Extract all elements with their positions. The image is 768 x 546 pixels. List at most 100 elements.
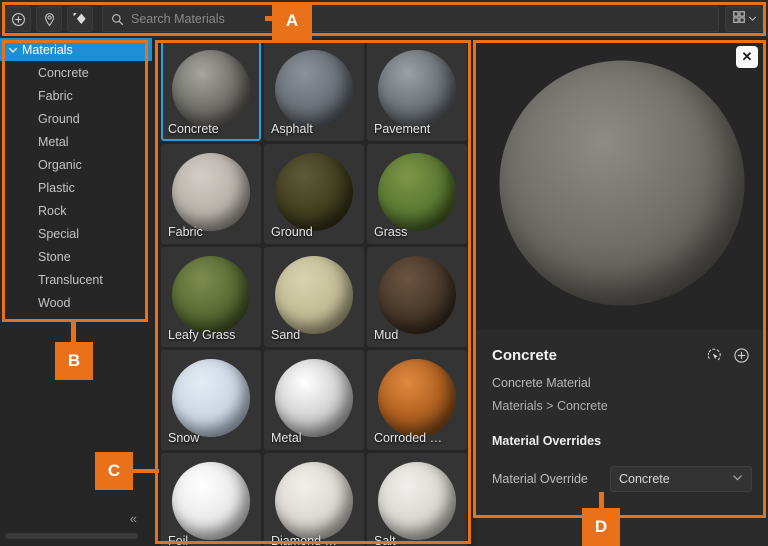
material-tile[interactable]: Salt (367, 453, 467, 546)
material-subtitle: Concrete Material (492, 376, 591, 390)
sidebar-item-label: Materials (22, 42, 73, 57)
material-tile[interactable]: Metal (264, 350, 364, 450)
plus-circle-icon (11, 12, 26, 27)
material-preview-sphere (499, 60, 745, 306)
chevron-down-icon (748, 10, 757, 28)
material-tile[interactable]: Fabric (161, 144, 261, 244)
pick-material-button[interactable] (67, 6, 93, 32)
close-icon[interactable]: ✕ (736, 46, 758, 68)
sidebar-item-label: Plastic (38, 180, 75, 195)
sidebar-item-rock[interactable]: Rock (0, 199, 152, 222)
category-tree: Materials Concrete Fabric Ground Metal Organi… (0, 38, 152, 314)
pin-circle-icon (42, 12, 57, 27)
material-override-label: Material Override (492, 472, 588, 486)
material-tile[interactable]: Diamond … (264, 453, 364, 546)
detail-panel: ✕ Concrete Concrete Material Materials >… (476, 38, 768, 546)
sidebar-item-wood[interactable]: Wood (0, 291, 152, 314)
material-tile[interactable]: Sand (264, 247, 364, 347)
material-tile[interactable]: Leafy Grass (161, 247, 261, 347)
sidebar-item-organic[interactable]: Organic (0, 153, 152, 176)
material-tile[interactable]: Corroded … (367, 350, 467, 450)
sidebar-item-concrete[interactable]: Concrete (0, 61, 152, 84)
material-thumbnail (172, 256, 250, 335)
material-thumbnail (275, 50, 353, 129)
sidebar-item-label: Concrete (38, 65, 89, 80)
material-tile-label: Diamond … (271, 534, 337, 546)
sidebar-item-label: Fabric (38, 88, 73, 103)
chevron-down-icon[interactable] (8, 45, 22, 55)
material-tile[interactable]: Asphalt (264, 41, 364, 141)
material-thumbnail (275, 256, 353, 335)
material-thumbnail (172, 359, 250, 438)
material-tile-label: Asphalt (271, 122, 313, 136)
material-tile[interactable]: Snow (161, 350, 261, 450)
material-overrides-title: Material Overrides (492, 434, 602, 448)
search-input[interactable] (131, 12, 710, 26)
page-title: Concrete (492, 346, 558, 364)
grid-view-icon (732, 10, 746, 29)
select-instances-icon[interactable] (703, 344, 725, 366)
material-tile[interactable]: Grass (367, 144, 467, 244)
sidebar-item-translucent[interactable]: Translucent (0, 268, 152, 291)
material-thumbnail (378, 462, 456, 541)
material-tile-label: Ground (271, 225, 313, 239)
breadcrumb: Materials > Concrete (492, 399, 608, 413)
material-preview: ✕ (476, 38, 768, 328)
sidebar-item-label: Stone (38, 249, 71, 264)
material-tile-label: Leafy Grass (168, 328, 236, 342)
material-tile[interactable]: Ground (264, 144, 364, 244)
sidebar-collapse-button[interactable]: « (130, 511, 137, 526)
sidebar-item-ground[interactable]: Ground (0, 107, 152, 130)
sidebar-item-materials[interactable]: Materials (0, 38, 152, 61)
material-thumbnail (378, 50, 456, 129)
material-tile[interactable]: Mud (367, 247, 467, 347)
material-tile-label: Snow (168, 431, 200, 445)
material-tile-label: Corroded … (374, 431, 443, 445)
sidebar-horizontal-scrollbar[interactable] (5, 533, 138, 539)
sidebar-item-plastic[interactable]: Plastic (0, 176, 152, 199)
material-browser-window: Materials Concrete Fabric Ground Metal Organi… (0, 0, 768, 546)
material-grid: Concrete Asphalt Pavement Fabric Ground Grass… (158, 38, 472, 546)
sidebar-item-fabric[interactable]: Fabric (0, 84, 152, 107)
material-override-row: Material Override Concrete (492, 466, 752, 492)
sidebar-item-special[interactable]: Special (0, 222, 152, 245)
plus-circle-icon[interactable] (730, 344, 752, 366)
material-override-select[interactable]: Concrete (610, 466, 752, 492)
sidebar-item-metal[interactable]: Metal (0, 130, 152, 153)
search-bar[interactable] (102, 6, 719, 32)
material-tile[interactable]: Concrete (161, 41, 261, 141)
material-info: Concrete Concrete Material Materials > C… (476, 330, 768, 546)
material-thumbnail (275, 462, 353, 541)
grid-view-button[interactable] (725, 6, 763, 32)
sidebar-item-label: Organic (38, 157, 82, 172)
sidebar-item-label: Wood (38, 295, 71, 310)
material-thumbnail (378, 359, 456, 438)
material-tile-label: Fabric (168, 225, 203, 239)
sidebar-item-stone[interactable]: Stone (0, 245, 152, 268)
sidebar-item-label: Ground (38, 111, 80, 126)
material-thumbnail (378, 256, 456, 335)
place-material-button[interactable] (36, 6, 62, 32)
material-tile-label: Salt (374, 534, 396, 546)
add-material-button[interactable] (5, 6, 31, 32)
sidebar-item-label: Rock (38, 203, 67, 218)
material-info-header: Concrete (492, 344, 752, 366)
category-sidebar: Materials Concrete Fabric Ground Metal Organi… (0, 38, 152, 546)
material-thumbnail (172, 50, 250, 129)
sidebar-item-label: Special (38, 226, 79, 241)
material-tile[interactable]: Pavement (367, 41, 467, 141)
material-thumbnail (172, 153, 250, 232)
material-tile-label: Foil (168, 534, 189, 546)
material-tile[interactable]: Foil (161, 453, 261, 546)
chevron-down-icon (732, 472, 743, 486)
search-icon (111, 13, 124, 26)
material-tile-label: Concrete (168, 122, 219, 136)
material-override-value: Concrete (619, 472, 670, 486)
material-tile-label: Mud (374, 328, 399, 342)
material-thumbnail (172, 462, 250, 541)
material-tile-label: Pavement (374, 122, 431, 136)
material-thumbnail (378, 153, 456, 232)
material-tile-label: Sand (271, 328, 301, 342)
sidebar-item-label: Metal (38, 134, 69, 149)
material-thumbnail (275, 153, 353, 232)
